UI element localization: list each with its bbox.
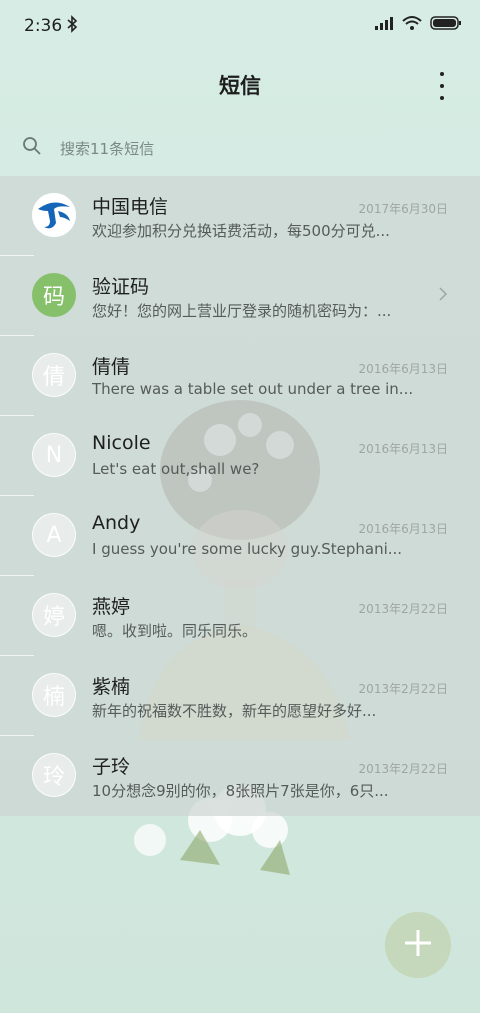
avatar: 婷 <box>32 593 76 637</box>
app-header: 短信 <box>0 52 480 116</box>
message-date: 2017年6月30日 <box>358 202 448 216</box>
contact-name: Nicole <box>92 432 151 454</box>
contact-name: 验证码 <box>92 276 150 298</box>
conversation-row[interactable]: 楠 紫楠 2013年2月22日 新年的祝福数不胜数，新年的愿望好多好... <box>0 656 480 736</box>
contact-name: 倩倩 <box>92 356 131 378</box>
contact-name: 紫楠 <box>92 676 131 698</box>
message-date: 2016年6月13日 <box>358 522 448 536</box>
conversation-row[interactable]: 婷 燕婷 2013年2月22日 嗯。收到啦。同乐同乐。 <box>0 576 480 656</box>
battery-icon <box>430 15 462 35</box>
new-message-button[interactable] <box>385 912 451 978</box>
search-icon <box>22 136 42 160</box>
contact-name: 中国电信 <box>92 196 169 218</box>
message-date: 2016年6月13日 <box>358 362 448 376</box>
conversation-row[interactable]: 玲 子玲 2013年2月22日 10分想念9别的你，8张照片7张是你，6只... <box>0 736 480 816</box>
message-date: 2016年6月13日 <box>358 442 448 456</box>
conversation-row[interactable]: 中国电信 2017年6月30日 欢迎参加积分兑换话费活动，每500分可兑... <box>0 176 480 256</box>
search-bar[interactable]: 搜索11条短信 <box>22 128 458 168</box>
message-date: 2013年2月22日 <box>358 762 448 776</box>
message-preview: 欢迎参加积分兑换话费活动，每500分可兑... <box>92 222 390 240</box>
conversation-row[interactable]: 倩 倩倩 2016年6月13日 There was a table set ou… <box>0 336 480 416</box>
message-preview: 您好！您的网上营业厅登录的随机密码为：... <box>92 302 392 320</box>
avatar: 玲 <box>32 753 76 797</box>
signal-icon <box>374 15 394 35</box>
status-time: 2:36 <box>24 16 63 36</box>
search-input[interactable]: 搜索11条短信 <box>60 138 154 159</box>
avatar: N <box>32 433 76 477</box>
bluetooth-icon <box>66 15 78 37</box>
chevron-right-icon <box>438 286 448 306</box>
message-preview: Let's eat out,shall we? <box>92 460 260 478</box>
avatar: 码 <box>32 273 76 317</box>
message-preview: There was a table set out under a tree i… <box>92 380 412 398</box>
avatar: A <box>32 513 76 557</box>
message-preview: I guess you're some lucky guy.Stephani..… <box>92 540 403 558</box>
message-preview: 10分想念9别的你，8张照片7张是你，6只... <box>92 782 389 800</box>
page-title: 短信 <box>219 74 261 98</box>
contact-name: Andy <box>92 512 141 534</box>
more-dot <box>440 96 444 100</box>
conversation-row[interactable]: N Nicole 2016年6月13日 Let's eat out,shall … <box>0 416 480 496</box>
wifi-icon <box>402 15 422 35</box>
status-bar: 2:36 <box>0 0 480 52</box>
avatar: 倩 <box>32 353 76 397</box>
message-preview: 嗯。收到啦。同乐同乐。 <box>92 622 258 640</box>
conversation-list: 中国电信 2017年6月30日 欢迎参加积分兑换话费活动，每500分可兑... … <box>0 176 480 816</box>
message-preview: 新年的祝福数不胜数，新年的愿望好多好... <box>92 702 377 720</box>
more-dots-icon <box>440 72 444 76</box>
contact-name: 燕婷 <box>92 596 131 618</box>
message-date: 2013年2月22日 <box>358 682 448 696</box>
more-dot <box>440 84 444 88</box>
avatar: 楠 <box>32 673 76 717</box>
china-telecom-logo-icon <box>32 193 76 237</box>
message-date: 2013年2月22日 <box>358 602 448 616</box>
conversation-row[interactable]: 码 验证码 您好！您的网上营业厅登录的随机密码为：... <box>0 256 480 336</box>
more-menu-button[interactable] <box>432 72 452 100</box>
conversation-row[interactable]: A Andy 2016年6月13日 I guess you're some lu… <box>0 496 480 576</box>
plus-icon <box>403 928 433 962</box>
contact-name: 子玲 <box>92 756 131 778</box>
